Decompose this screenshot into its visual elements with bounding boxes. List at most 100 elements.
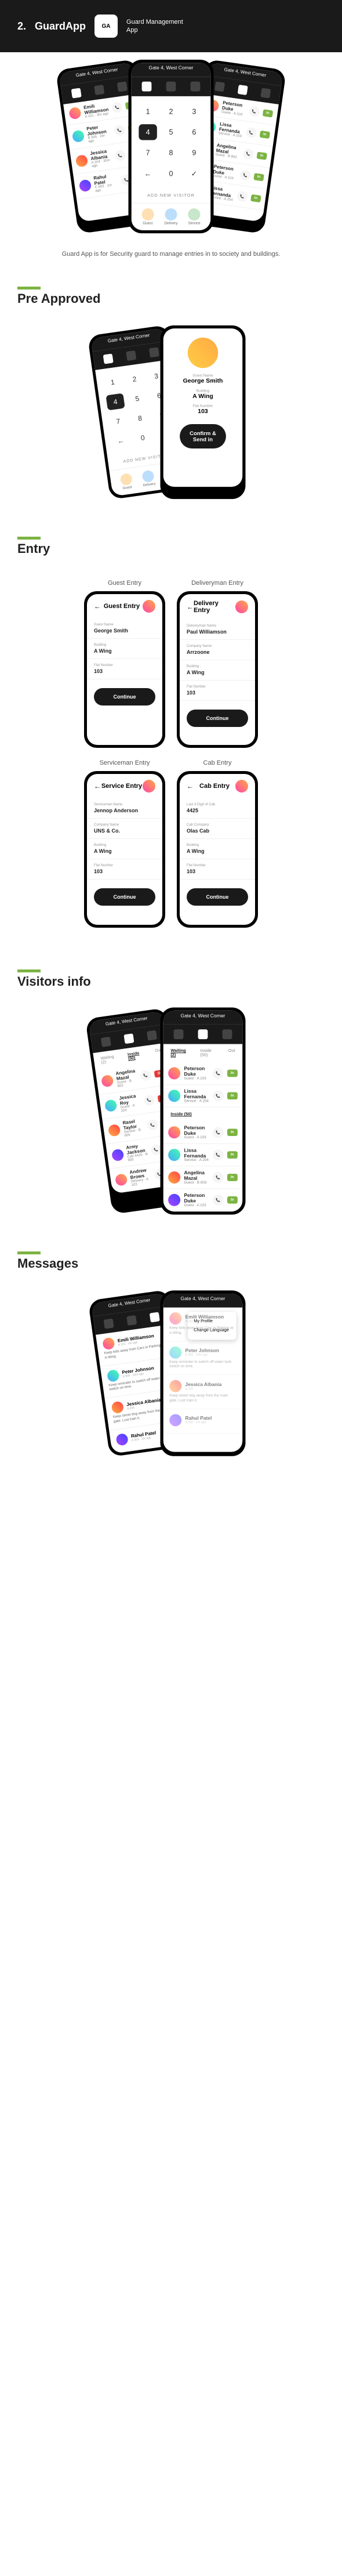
keypad-key-8[interactable]: 8	[130, 409, 150, 426]
continue-button[interactable]: Continue	[187, 710, 248, 727]
call-icon[interactable]: 📞	[147, 1119, 158, 1130]
status-badge[interactable]: In	[227, 1151, 238, 1159]
back-icon[interactable]: ←	[94, 782, 101, 790]
keypad-key-←[interactable]: ←	[139, 166, 157, 182]
call-icon[interactable]: 📞	[237, 190, 248, 202]
clock-icon[interactable]	[238, 85, 248, 95]
status-badge[interactable]: In	[227, 1092, 238, 1099]
field-1[interactable]: Last 4 Digit of Cab 4425	[180, 798, 255, 819]
visitor-row[interactable]: Lissa Fernanda Service · A 204 📞 In	[163, 1144, 243, 1166]
status-badge[interactable]: In	[256, 151, 267, 160]
home-icon[interactable]	[71, 88, 82, 98]
back-icon[interactable]: ←	[94, 602, 101, 610]
back-icon[interactable]: ←	[187, 782, 194, 790]
field-3[interactable]: Building A Wing	[87, 839, 162, 859]
keypad-key-1[interactable]: 1	[103, 373, 122, 390]
clock-icon[interactable]	[166, 82, 176, 92]
status-badge[interactable]: In	[253, 173, 264, 181]
call-icon[interactable]: 📞	[140, 1069, 151, 1081]
clock-icon[interactable]	[126, 1315, 137, 1325]
keypad-key-7[interactable]: 7	[108, 413, 128, 430]
field-3[interactable]: Building A Wing	[180, 660, 255, 681]
keypad-key-2[interactable]: 2	[162, 103, 180, 119]
field-4[interactable]: Flat Number 103	[180, 859, 255, 880]
tab-out[interactable]: Out	[228, 1048, 235, 1057]
call-icon[interactable]: 📞	[212, 1194, 223, 1205]
message-row[interactable]: Emili Williamson A 101 · 2m ago Keep kid…	[163, 1307, 243, 1341]
home-icon[interactable]	[174, 1029, 184, 1039]
status-badge[interactable]: In	[262, 109, 273, 117]
visitor-row[interactable]: Peterson Duke Guest · A 103 📞 In	[163, 1189, 243, 1211]
tab-waiting[interactable]: Waiting (2)	[100, 1054, 119, 1064]
call-icon[interactable]: 📞	[212, 1172, 223, 1183]
clock-icon[interactable]	[198, 1029, 208, 1039]
keypad-key-5[interactable]: 5	[162, 124, 180, 140]
home-icon[interactable]	[101, 1036, 111, 1047]
keypad-key-8[interactable]: 8	[162, 145, 180, 161]
category-delivery[interactable]: Delivery	[141, 469, 155, 487]
keypad-key-9[interactable]: 9	[185, 145, 203, 161]
field-3[interactable]: Flat Number 103	[87, 659, 162, 679]
tab-waiting[interactable]: Waiting (2)	[170, 1048, 191, 1057]
category-guest[interactable]: Guest	[141, 208, 154, 225]
call-icon[interactable]: 📞	[242, 148, 254, 160]
message-icon[interactable]	[150, 1312, 160, 1322]
call-icon[interactable]: 📞	[212, 1090, 223, 1101]
home-icon[interactable]	[104, 1318, 114, 1329]
clock-icon[interactable]	[94, 85, 104, 95]
tab-inside-sub[interactable]: Inside (50)	[170, 1112, 191, 1116]
keypad-key-0[interactable]: 0	[133, 429, 152, 446]
message-row[interactable]: Peter Johnson B 905 · 20m ago Keep remin…	[163, 1341, 243, 1374]
continue-button[interactable]: Continue	[94, 688, 155, 705]
message-row[interactable]: Rahul Patel A 303 · 1hr ago	[163, 1409, 243, 1433]
status-badge[interactable]: In	[227, 1196, 238, 1204]
keypad-key-5[interactable]: 5	[128, 390, 147, 407]
call-icon[interactable]: 📞	[248, 106, 260, 117]
message-icon[interactable]	[117, 81, 128, 92]
status-badge[interactable]: In	[259, 131, 270, 139]
message-icon[interactable]	[149, 347, 159, 357]
status-badge[interactable]: In	[227, 1174, 238, 1181]
keypad-key-0[interactable]: 0	[162, 166, 180, 182]
call-icon[interactable]: 📞	[212, 1127, 223, 1138]
status-badge[interactable]: In	[227, 1128, 238, 1136]
visitor-row[interactable]: Peterson Duke Guest · A 103 📞 In	[163, 1121, 243, 1144]
continue-button[interactable]: Continue	[187, 888, 248, 906]
visitor-row[interactable]: Angelina Mazal Guest · B 803 📞 In	[163, 1166, 243, 1189]
clock-icon[interactable]	[123, 1033, 134, 1044]
category-guest[interactable]: Guest	[119, 472, 133, 490]
keypad-key-4[interactable]: 4	[105, 393, 125, 410]
message-icon[interactable]	[223, 1029, 232, 1039]
call-icon[interactable]: 📞	[212, 1068, 223, 1079]
message-icon[interactable]	[191, 82, 201, 92]
field-2[interactable]: Cab Company Olas Cab	[180, 819, 255, 839]
tab-inside[interactable]: Inside (50)	[128, 1050, 147, 1061]
keypad-key-←[interactable]: ←	[111, 432, 130, 449]
visitor-row[interactable]: Lissa Fernanda Service · A 204 📞 In	[163, 1084, 243, 1107]
category-service[interactable]: Service	[188, 208, 201, 225]
visitor-row[interactable]: Peterson Duke Guest · A 103 📞 In	[163, 1062, 243, 1085]
back-icon[interactable]: ←	[187, 603, 194, 611]
call-icon[interactable]: 📞	[114, 150, 126, 161]
keypad-key-2[interactable]: 2	[125, 370, 144, 388]
tab-inside[interactable]: Inside (50)	[200, 1048, 219, 1057]
keypad-key-4[interactable]: 4	[139, 124, 157, 140]
keypad-key-3[interactable]: 3	[185, 103, 203, 119]
home-icon[interactable]	[142, 82, 152, 92]
field-4[interactable]: Flat Number 103	[180, 681, 255, 701]
call-icon[interactable]: 📞	[239, 169, 251, 181]
status-badge[interactable]: In	[250, 194, 261, 202]
call-icon[interactable]: 📞	[114, 125, 125, 136]
field-1[interactable]: Serviceman Name Jennop Anderson	[87, 798, 162, 819]
field-2[interactable]: Company Name Arrzoone	[180, 640, 255, 660]
home-icon[interactable]	[103, 353, 114, 364]
field-2[interactable]: Company Name UNS & Co.	[87, 819, 162, 839]
category-delivery[interactable]: Delivery	[165, 208, 178, 225]
field-3[interactable]: Building A Wing	[180, 839, 255, 859]
keypad-key-✓[interactable]: ✓	[185, 166, 203, 182]
call-icon[interactable]: 📞	[245, 127, 257, 139]
home-icon[interactable]	[214, 81, 225, 92]
confirm-button[interactable]: Confirm & Send in	[180, 424, 226, 448]
message-row[interactable]: Jessica Albania A 204 Keep street dog aw…	[163, 1375, 243, 1409]
field-4[interactable]: Flat Number 103	[87, 859, 162, 880]
